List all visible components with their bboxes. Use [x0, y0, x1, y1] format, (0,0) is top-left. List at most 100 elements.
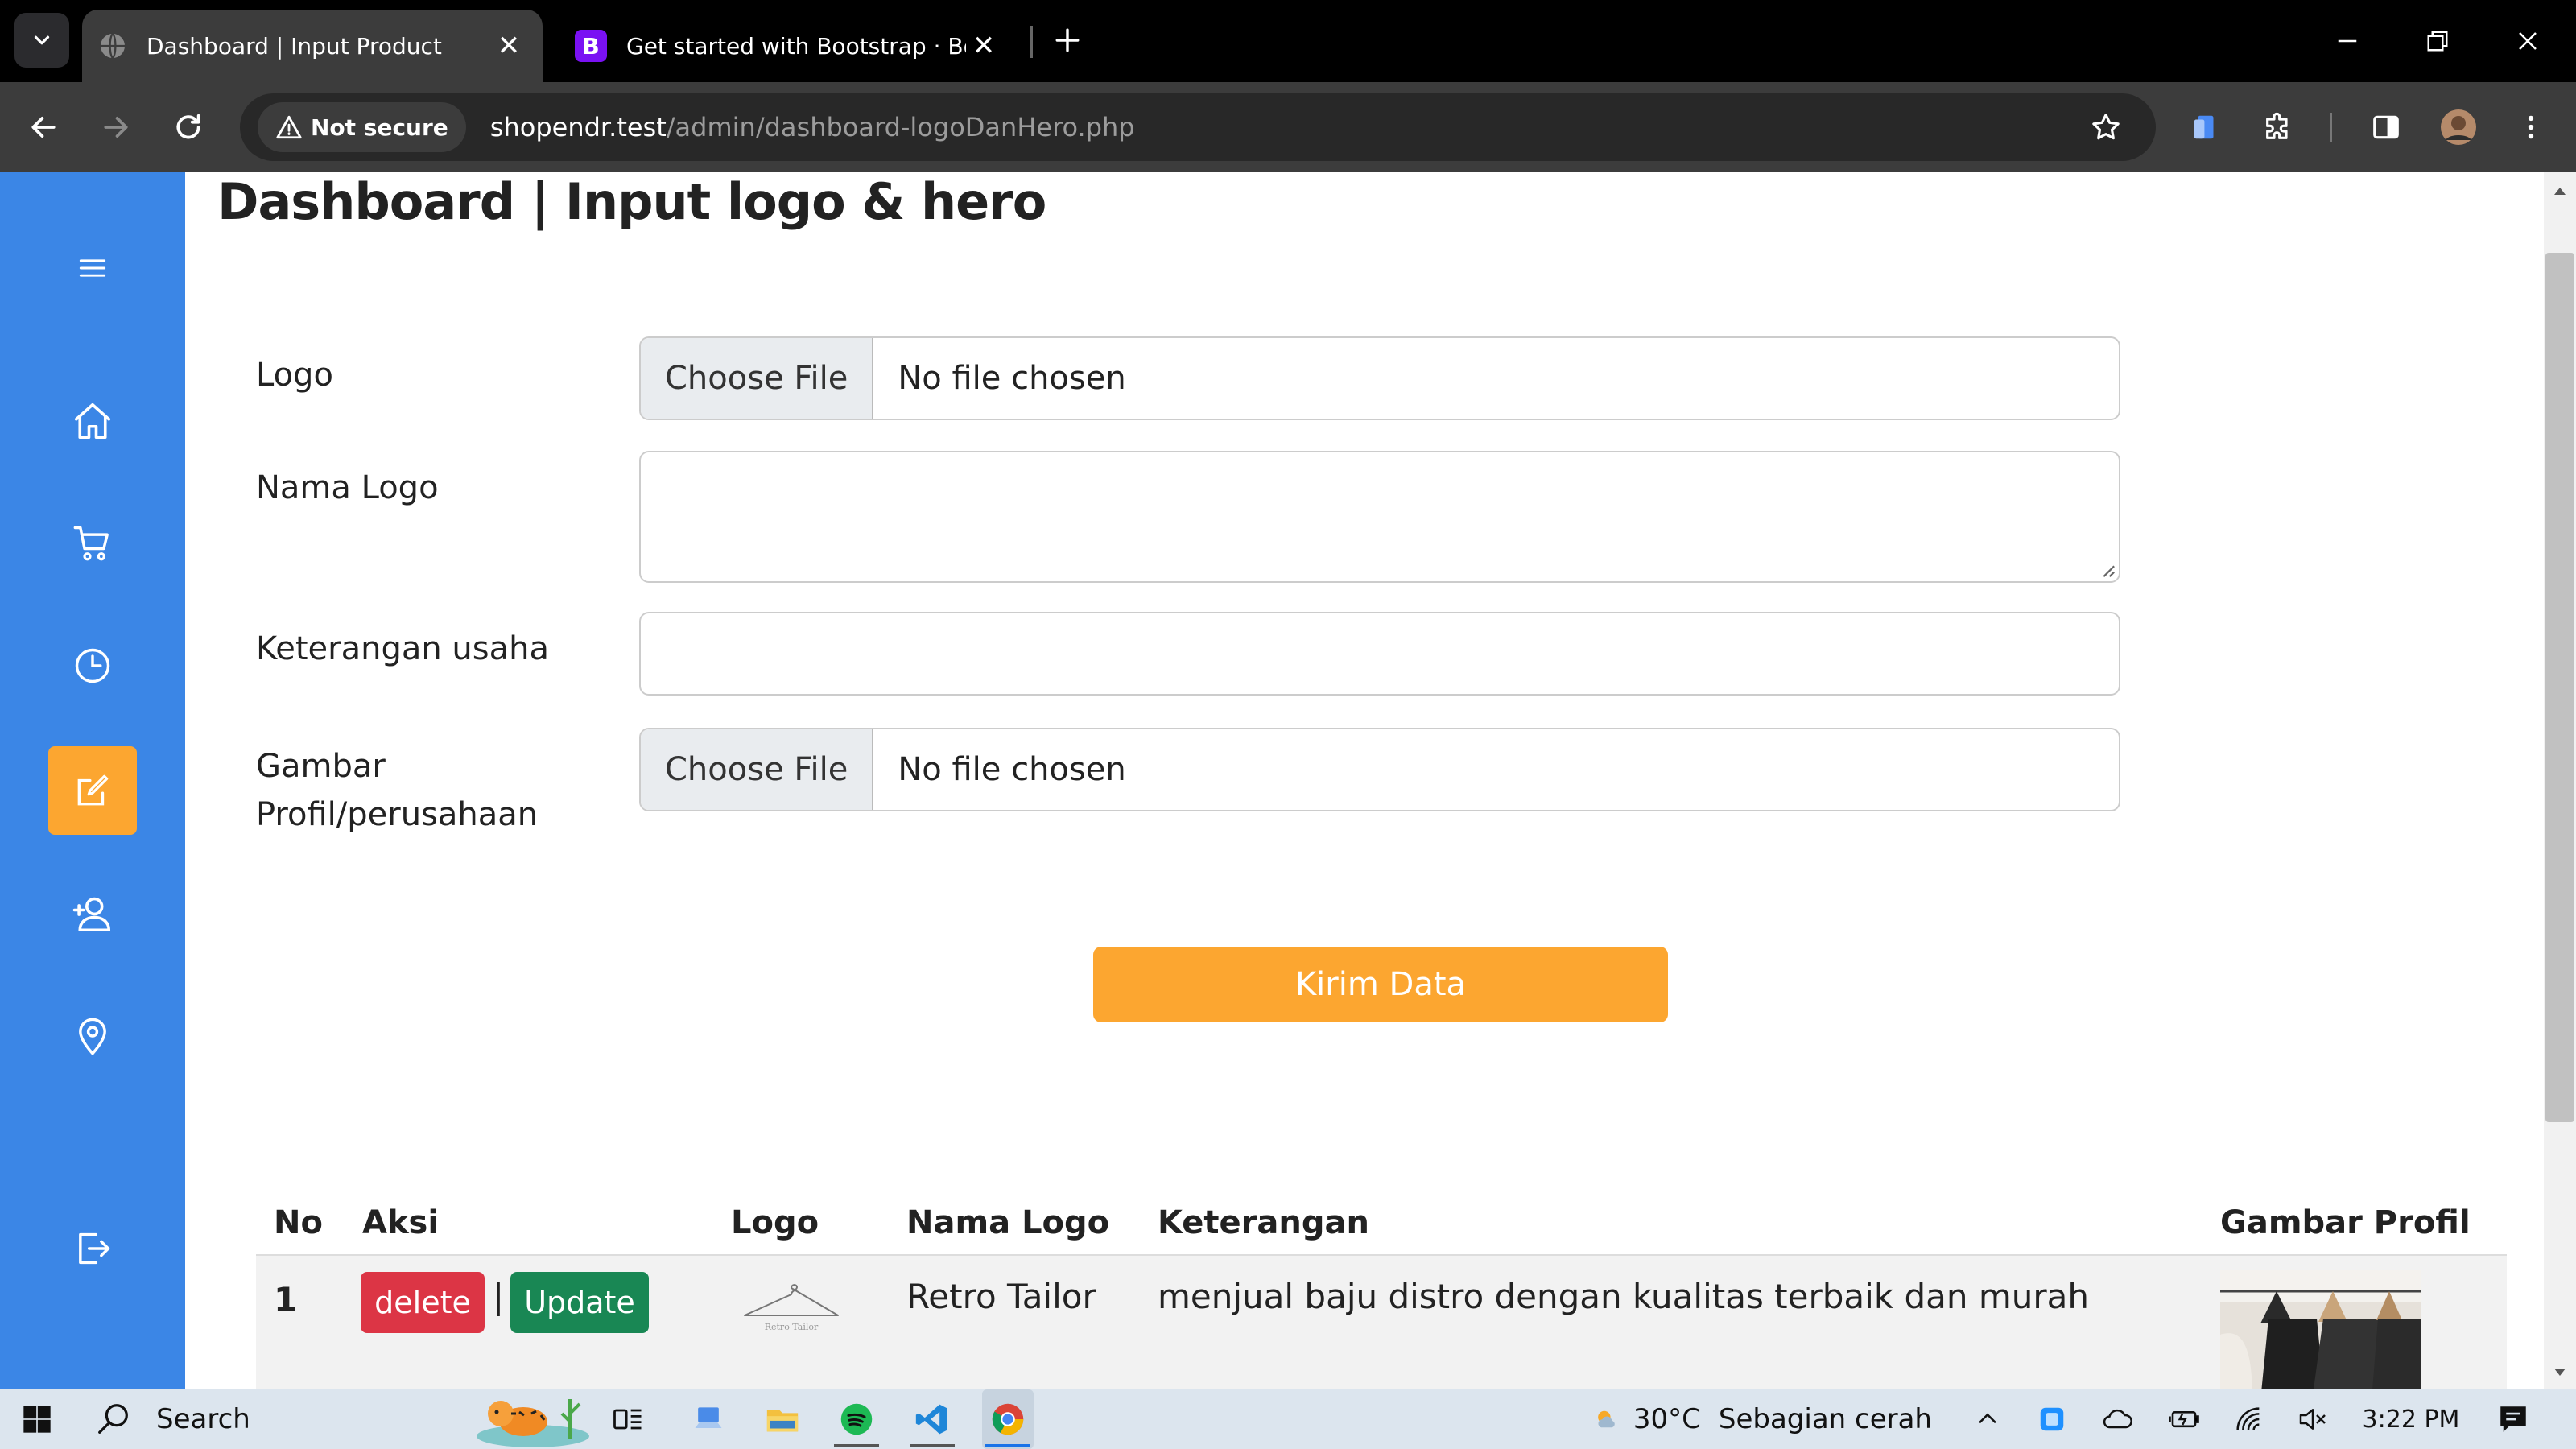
logo-label: Logo — [256, 357, 333, 394]
taskbar-app-spotify[interactable] — [831, 1389, 882, 1449]
taskbar-app-laptop[interactable] — [683, 1389, 734, 1449]
tray-volume[interactable] — [2293, 1389, 2333, 1449]
search-highlight-image — [475, 1389, 592, 1449]
update-button[interactable]: Update — [510, 1272, 649, 1333]
task-view-button[interactable] — [602, 1389, 654, 1449]
taskbar-app-vscode[interactable] — [906, 1389, 958, 1449]
back-button[interactable] — [21, 105, 66, 150]
minimize-button[interactable] — [2302, 0, 2392, 82]
logo-file-input[interactable]: Choose File No file chosen — [639, 336, 2120, 420]
sidebar-item-history[interactable] — [56, 630, 129, 702]
arrow-right-icon — [104, 117, 128, 138]
cart-icon — [73, 526, 109, 561]
reload-button[interactable] — [166, 105, 211, 150]
tray-battery[interactable] — [2164, 1389, 2204, 1449]
main-content: Dashboard | Input logo & hero Logo Choos… — [185, 172, 2544, 1389]
table-header: No Aksi Logo Nama Logo Keterangan Gambar… — [256, 1188, 2507, 1256]
new-tab-button[interactable] — [1046, 19, 1088, 61]
sidebar-item-users[interactable] — [56, 877, 129, 950]
extension-button[interactable] — [2183, 105, 2228, 150]
profile-button[interactable] — [2436, 105, 2481, 150]
profile-image — [2220, 1270, 2421, 1389]
sidebar-toggle[interactable] — [56, 232, 129, 304]
choose-file-button[interactable]: Choose File — [641, 338, 874, 419]
warning-icon — [276, 115, 302, 139]
url-text[interactable]: shopendr.test/admin/dashboard-logoDanHer… — [490, 112, 1135, 142]
avatar — [2441, 109, 2476, 145]
nama-logo-label: Nama Logo — [256, 469, 439, 506]
tiger-illustration-icon — [477, 1399, 589, 1447]
keterangan-label: Keterangan usaha — [256, 630, 549, 667]
scroll-up-arrow[interactable] — [2550, 184, 2570, 200]
reload-icon — [176, 114, 200, 139]
page-title: Dashboard | Input logo & hero — [217, 172, 1046, 231]
plus-icon — [1055, 28, 1080, 52]
sidebar-item-cart[interactable] — [56, 507, 129, 580]
puzzle-icon — [2266, 112, 2288, 139]
tab-dashboard[interactable]: Dashboard | Input Product ✕ — [82, 10, 543, 82]
tray-overflow-button[interactable] — [1967, 1389, 2008, 1449]
weather-widget[interactable]: 30°C Sebagian cerah — [1594, 1389, 1932, 1449]
cell-nama-logo: Retro Tailor — [906, 1277, 1096, 1316]
running-indicator — [910, 1444, 955, 1447]
arrow-left-icon — [31, 117, 56, 138]
delete-button[interactable]: delete — [361, 1272, 485, 1333]
cloud-icon — [2103, 1409, 2132, 1429]
weather-desc: Sebagian cerah — [1718, 1403, 1932, 1435]
tray-app[interactable] — [2032, 1389, 2072, 1449]
sidebar-item-logout[interactable] — [56, 1212, 129, 1285]
notification-icon — [2500, 1406, 2526, 1432]
laptop-app-icon — [695, 1407, 722, 1428]
bootstrap-icon: B — [575, 30, 607, 62]
tray-wifi[interactable] — [2228, 1389, 2268, 1449]
taskbar-app-chrome[interactable] — [982, 1389, 1034, 1449]
logo-thumbnail: Retro Tailor — [739, 1277, 844, 1335]
table-row: 1 delete | Update Retro Tailor Retro Tai… — [256, 1256, 2507, 1389]
close-icon — [2519, 32, 2537, 50]
choose-file-button[interactable]: Choose File — [641, 729, 874, 810]
gambar-label-line2: Profil/perusahaan — [256, 796, 539, 833]
triangle-up-icon — [2554, 188, 2566, 195]
logout-icon — [79, 1232, 110, 1265]
side-panel-button[interactable] — [2363, 105, 2409, 150]
chevron-down-icon — [34, 35, 50, 45]
th-keterangan: Keterangan — [1158, 1204, 1369, 1241]
menu-button[interactable] — [2508, 105, 2553, 150]
spotify-icon — [840, 1403, 873, 1435]
resize-handle-icon[interactable] — [2098, 560, 2116, 578]
task-view-icon — [613, 1409, 642, 1430]
bookmark-button[interactable] — [2083, 105, 2128, 150]
sidebar-item-input-logo[interactable] — [48, 746, 137, 835]
toolbar-divider — [2330, 113, 2332, 142]
notification-button[interactable] — [2487, 1389, 2539, 1449]
kirim-data-button[interactable]: Kirim Data — [1093, 947, 1668, 1022]
url-host: shopendr.test — [489, 112, 667, 142]
tab-list-button[interactable] — [14, 13, 69, 68]
sidebar-item-location[interactable] — [56, 1000, 129, 1072]
restore-button[interactable] — [2392, 0, 2483, 82]
start-button[interactable] — [14, 1389, 60, 1449]
home-icon — [74, 402, 111, 440]
partly-sunny-icon — [1598, 1410, 1615, 1428]
nama-logo-textarea[interactable] — [639, 451, 2120, 583]
address-bar[interactable]: Not secure shopendr.test/admin/dashboard… — [240, 93, 2156, 161]
extensions-button[interactable] — [2256, 105, 2301, 150]
hanger-logo-image: Retro Tailor — [744, 1284, 839, 1332]
sidebar-item-home[interactable] — [56, 385, 129, 457]
scrollbar-thumb[interactable] — [2545, 253, 2574, 1122]
taskbar-clock[interactable]: 3:22 PM — [2351, 1389, 2471, 1449]
close-window-button[interactable] — [2483, 0, 2573, 82]
close-tab-icon[interactable]: ✕ — [966, 28, 1001, 64]
folder-icon — [766, 1410, 799, 1432]
tab-bootstrap[interactable]: B Get started with Bootstrap · Boo ✕ — [559, 10, 1018, 82]
vscode-icon — [915, 1404, 947, 1435]
forward-button[interactable] — [93, 105, 138, 150]
taskbar-app-explorer[interactable] — [757, 1389, 808, 1449]
site-info-chip[interactable]: Not secure — [258, 102, 466, 152]
keterangan-input[interactable] — [639, 612, 2120, 696]
close-tab-icon[interactable]: ✕ — [491, 28, 526, 64]
scroll-down-arrow[interactable] — [2550, 1364, 2570, 1380]
tray-onedrive[interactable] — [2098, 1389, 2138, 1449]
gambar-file-input[interactable]: Choose File No file chosen — [639, 728, 2120, 811]
clothing-rack-image — [2220, 1270, 2421, 1389]
